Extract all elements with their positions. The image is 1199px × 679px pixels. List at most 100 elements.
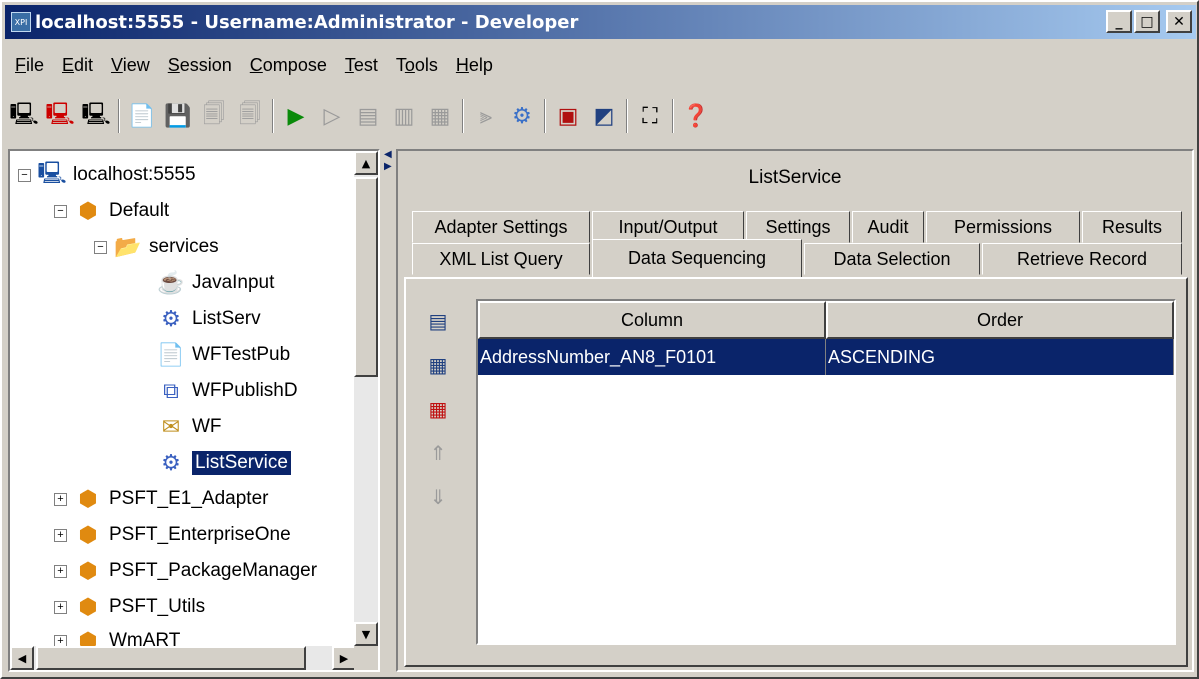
package-icon: ⬢ (78, 198, 98, 223)
package-icon: ⬢ (78, 486, 98, 511)
scroll-down-icon[interactable]: ▼ (354, 622, 378, 646)
insert-row-icon[interactable]: ▤ (420, 299, 456, 343)
collapse-icon[interactable]: − (54, 204, 67, 218)
tree-node-default[interactable]: − ⬢ Default (54, 193, 169, 229)
close-session-icon[interactable]: 🖳 (42, 97, 78, 135)
delete-row-icon[interactable]: ▦ (420, 387, 456, 431)
tree-node-psft-enterpriseone[interactable]: + ⬢ PSFT_EnterpriseOne (54, 517, 291, 553)
copy-icon[interactable]: 🗐 (232, 97, 268, 135)
step-icon[interactable]: ▷ (314, 97, 350, 135)
scrollbar-thumb[interactable] (36, 646, 306, 670)
expand-icon[interactable]: + (54, 528, 67, 542)
tab-adapter-settings[interactable]: Adapter Settings (412, 211, 590, 243)
table-row[interactable]: AddressNumber_AN8_F0101 ASCENDING (478, 339, 1174, 375)
cell-column[interactable]: AddressNumber_AN8_F0101 (478, 339, 826, 375)
adapter-service-icon: ⚙ (161, 306, 181, 331)
tree-item-wfpublish[interactable]: ⧉ WFPublishD (156, 373, 298, 409)
menu-file[interactable]: File (6, 50, 53, 80)
menu-bar: File Edit View Session Compose Test Tool… (6, 50, 502, 80)
expand-icon[interactable]: + (54, 600, 67, 614)
refresh-session-icon[interactable]: 🖳 (78, 97, 114, 135)
tab-data-selection[interactable]: Data Selection (804, 243, 980, 275)
panel-icon[interactable]: ▣ (550, 97, 586, 135)
window-icon[interactable]: ◩ (586, 97, 622, 135)
scroll-left-icon[interactable]: ◀ (10, 646, 34, 670)
tree-node-wmart[interactable]: + ⬢ WmART (54, 623, 180, 646)
debug-icon[interactable]: ⚙ (504, 97, 540, 135)
tree-node-root[interactable]: − 🖳 localhost:5555 (18, 157, 196, 193)
scrollbar-thumb[interactable] (354, 177, 378, 377)
tree-label-selected: ListService (192, 451, 291, 475)
lock-icon[interactable]: 🗐 (196, 97, 232, 135)
tree-vertical-scrollbar[interactable]: ▲ ▼ (354, 151, 378, 646)
scroll-right-icon[interactable]: ▶ (332, 646, 356, 670)
expand-icon[interactable]: + (54, 564, 67, 578)
tree-node-psft-packagemanager[interactable]: + ⬢ PSFT_PackageManager (54, 553, 317, 589)
column-header-column[interactable]: Column (478, 301, 826, 339)
app-window: XPI localhost:5555 - Username:Administra… (0, 0, 1199, 679)
menu-edit[interactable]: Edit (53, 50, 102, 80)
close-button[interactable]: ✕ (1166, 10, 1192, 33)
tree-node-psft-utils[interactable]: + ⬢ PSFT_Utils (54, 589, 205, 625)
scroll-up-icon[interactable]: ▲ (354, 151, 378, 175)
tree-label: PSFT_EnterpriseOne (109, 524, 291, 545)
menu-view[interactable]: View (102, 50, 159, 80)
tree-item-wftestpub[interactable]: 📄 WFTestPub (156, 337, 290, 373)
tab-results[interactable]: Results (1082, 211, 1182, 243)
column-header-order[interactable]: Order (826, 301, 1174, 339)
tree-item-listservice[interactable]: ⚙ ListService (156, 445, 291, 481)
expand-icon[interactable]: + (54, 634, 67, 646)
reset-icon[interactable]: ▦ (422, 97, 458, 135)
tree-item-javainput[interactable]: ☕ JavaInput (156, 265, 274, 301)
sequencing-table: Column Order AddressNumber_AN8_F0101 ASC… (476, 299, 1176, 645)
cell-order[interactable]: ASCENDING (826, 339, 1174, 375)
sequencing-tools: ▤ ▦ ▦ ⇑ ⇓ (420, 299, 460, 519)
fullscreen-icon[interactable]: ⛶ (632, 97, 668, 135)
title-bar[interactable]: XPI localhost:5555 - Username:Administra… (5, 5, 1196, 39)
new-icon[interactable]: 📄 (124, 97, 160, 135)
menu-compose[interactable]: Compose (241, 50, 336, 80)
collapse-icon[interactable]: − (18, 168, 31, 182)
tab-data-sequencing[interactable]: Data Sequencing (592, 239, 802, 277)
collapse-left-icon[interactable]: ◀ (384, 149, 392, 160)
java-service-icon: ☕ (157, 270, 185, 295)
tree-label: ListServ (192, 308, 261, 329)
tree-label: WF (192, 416, 222, 437)
tree-node-services[interactable]: − 📂 services (94, 229, 219, 265)
save-icon[interactable]: 💾 (160, 97, 196, 135)
move-down-icon[interactable]: ⇓ (420, 475, 456, 519)
tree-item-wf[interactable]: ✉ WF (156, 409, 222, 445)
help-icon[interactable]: ❓ (678, 97, 714, 135)
tree-node-psft-e1-adapter[interactable]: + ⬢ PSFT_E1_Adapter (54, 481, 268, 517)
server-icon: 🖳 (37, 160, 67, 185)
trace-icon[interactable]: ⫸ (468, 97, 504, 135)
menu-tools[interactable]: Tools (387, 50, 447, 80)
move-up-icon[interactable]: ⇑ (420, 431, 456, 475)
tree-horizontal-scrollbar[interactable]: ◀ ▶ (10, 646, 356, 670)
collapse-icon[interactable]: − (94, 240, 107, 254)
minimize-button[interactable]: _ (1106, 10, 1132, 33)
maximize-button[interactable]: □ (1134, 10, 1160, 33)
tab-audit[interactable]: Audit (852, 211, 924, 243)
flow-service-icon: ⧉ (163, 378, 179, 403)
pane-splitter[interactable]: ◀ ▶ (382, 149, 394, 672)
collapse-right-icon[interactable]: ▶ (384, 161, 392, 172)
package-icon: ⬢ (78, 558, 98, 583)
tree-item-listserv[interactable]: ⚙ ListServ (156, 301, 261, 337)
step-into-icon[interactable]: ▤ (350, 97, 386, 135)
navigation-tree-pane: − 🖳 localhost:5555 − ⬢ Default − 📂 servi… (8, 149, 380, 672)
tree-label: PSFT_PackageManager (109, 560, 318, 581)
tab-retrieve-record[interactable]: Retrieve Record (982, 243, 1182, 275)
menu-test[interactable]: Test (336, 50, 387, 80)
expand-icon[interactable]: + (54, 492, 67, 506)
menu-session[interactable]: Session (159, 50, 241, 80)
open-session-icon[interactable]: 🖳 (6, 97, 42, 135)
tab-permissions[interactable]: Permissions (926, 211, 1080, 243)
tree-label: WFPublishD (192, 380, 298, 401)
step-out-icon[interactable]: ▥ (386, 97, 422, 135)
tab-xml-list-query[interactable]: XML List Query (412, 243, 590, 275)
table-header: Column Order (478, 301, 1174, 339)
menu-help[interactable]: Help (447, 50, 502, 80)
add-row-icon[interactable]: ▦ (420, 343, 456, 387)
run-icon[interactable]: ▶ (278, 97, 314, 135)
